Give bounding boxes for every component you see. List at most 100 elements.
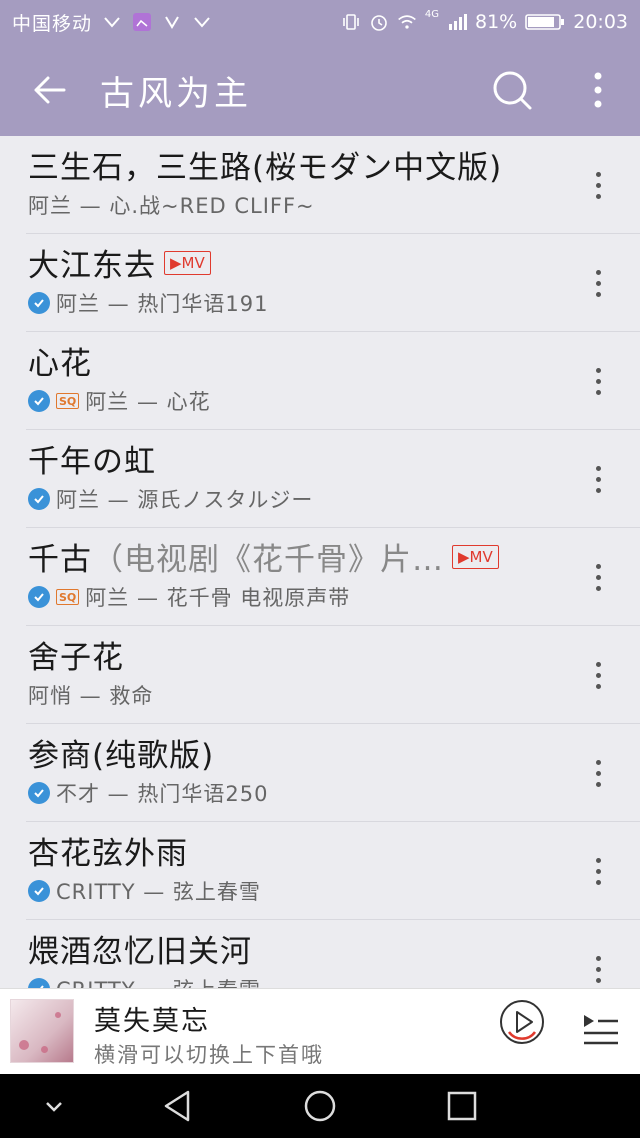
more-dot-icon — [595, 857, 601, 863]
song-artist-album: 阿兰 — 花千骨 电视原声带 — [85, 586, 351, 610]
song-title-line: 煨酒忽忆旧关河 — [28, 926, 252, 971]
more-dot-icon — [595, 367, 601, 373]
song-title: 参商(纯歌版) — [28, 738, 215, 774]
more-dot-icon — [595, 661, 601, 667]
song-list[interactable]: 三生石，三生路(桜モダン中文版) 阿兰 — 心.战~RED CLIFF~ 大江东去 ▶… — [0, 136, 640, 988]
song-artist-album: 阿兰 — 源氏ノスタルジー — [56, 488, 314, 512]
vibrate-icon — [343, 14, 359, 30]
cover-art-detail — [19, 1040, 29, 1050]
arrow-left-icon — [34, 76, 66, 104]
signal-icon — [449, 14, 467, 30]
app-bar: 古风为主 — [0, 44, 640, 136]
more-dot-icon — [595, 269, 601, 275]
play-queue-button[interactable] — [580, 1009, 620, 1049]
more-options-button[interactable] — [576, 66, 620, 114]
song-title: 心花 — [28, 346, 92, 382]
song-title: 三生石，三生路(桜モダン中文版) — [28, 150, 503, 186]
home-circle-icon[interactable] — [300, 1086, 340, 1126]
song-more-button[interactable] — [582, 652, 614, 698]
song-row[interactable]: 三生石，三生路(桜モダン中文版) 阿兰 — 心.战~RED CLIFF~ — [0, 136, 640, 234]
carrier-label: 中国移动 — [12, 12, 93, 35]
song-subtitle-line: 阿兰 — 热门华语191 — [28, 288, 268, 318]
song-title: 千古 — [28, 542, 92, 578]
song-more-button[interactable] — [582, 358, 614, 404]
cover-art-detail — [41, 1046, 48, 1053]
song-subtitle-line: 阿悄 — 救命 — [28, 680, 153, 710]
song-artist-album: 不才 — 热门华语250 — [56, 782, 269, 806]
song-artist-album: 阿悄 — 救命 — [28, 684, 154, 708]
more-vert-icon — [594, 72, 602, 108]
more-dot-icon — [595, 585, 601, 591]
downloaded-check-icon — [28, 292, 50, 314]
back-triangle-icon[interactable] — [158, 1086, 198, 1126]
recents-square-icon[interactable] — [442, 1086, 482, 1126]
downloaded-check-icon — [28, 978, 50, 988]
song-more-button[interactable] — [582, 554, 614, 600]
song-artist-album: 阿兰 — 心花 — [85, 390, 211, 414]
song-more-button[interactable] — [582, 946, 614, 988]
more-dot-icon — [595, 770, 601, 776]
cover-art-detail — [55, 1012, 61, 1018]
battery-icon — [525, 14, 565, 30]
battery-percent: 81% — [475, 11, 518, 33]
status-bar: 中国移动 4G 81% 20:03 — [0, 0, 640, 44]
now-playing-title: 莫失莫忘 — [94, 1006, 210, 1037]
song-artist-album: CRITTY — 弦上春雪 — [56, 880, 261, 904]
song-row[interactable]: 大江东去 ▶MV 阿兰 — 热门华语191 — [0, 234, 640, 332]
song-row[interactable]: 千古 （电视剧《花千骨》片… ▶MV SQ 阿兰 — 花千骨 电视原声带 — [0, 528, 640, 626]
play-button[interactable] — [498, 998, 546, 1046]
notification-icon — [165, 16, 179, 29]
more-dot-icon — [595, 563, 601, 569]
song-more-button[interactable] — [582, 750, 614, 796]
album-cover[interactable] — [10, 999, 74, 1063]
song-row[interactable]: 心花 SQ 阿兰 — 心花 — [0, 332, 640, 430]
more-dot-icon — [595, 378, 601, 384]
mv-badge[interactable]: ▶MV — [164, 250, 211, 275]
song-title: 杏花弦外雨 — [28, 836, 188, 872]
more-dot-icon — [595, 476, 601, 482]
song-row[interactable]: 煨酒忽忆旧关河 CRITTY — 弦上春雪 — [0, 920, 640, 988]
song-more-button[interactable] — [582, 848, 614, 894]
more-dot-icon — [595, 280, 601, 286]
song-title: 舍子花 — [28, 640, 124, 676]
song-title-line: 心花 — [28, 338, 92, 383]
more-dot-icon — [595, 171, 601, 177]
song-subtitle-line: 阿兰 — 心.战~RED CLIFF~ — [28, 190, 315, 220]
more-dot-icon — [595, 683, 601, 689]
song-more-button[interactable] — [582, 162, 614, 208]
downloaded-check-icon — [28, 390, 50, 412]
network-type-label: 4G — [424, 8, 439, 20]
now-playing-hint: 横滑可以切换上下首哦 — [94, 1043, 324, 1067]
downloaded-check-icon — [28, 880, 50, 902]
downloaded-check-icon — [28, 586, 50, 608]
mv-badge[interactable]: ▶MV — [452, 544, 499, 569]
song-subtitle-line: SQ 阿兰 — 花千骨 电视原声带 — [28, 582, 350, 612]
more-dot-icon — [595, 781, 601, 787]
song-more-button[interactable] — [582, 260, 614, 306]
more-dot-icon — [595, 389, 601, 395]
song-row[interactable]: 参商(纯歌版) 不才 — 热门华语250 — [0, 724, 640, 822]
clock: 20:03 — [573, 11, 628, 33]
song-row[interactable]: 舍子花阿悄 — 救命 — [0, 626, 640, 724]
song-subtitle-line: 阿兰 — 源氏ノスタルジー — [28, 484, 313, 514]
more-dot-icon — [595, 759, 601, 765]
more-dot-icon — [595, 291, 601, 297]
more-dot-icon — [595, 182, 601, 188]
notification-icon — [104, 17, 120, 28]
song-more-button[interactable] — [582, 456, 614, 502]
more-dot-icon — [595, 966, 601, 972]
chevron-down-icon[interactable] — [34, 1086, 74, 1126]
song-title-suffix: （电视剧《花千骨》片… — [92, 542, 444, 578]
song-subtitle-line: CRITTY — 弦上春雪 — [28, 974, 261, 988]
more-dot-icon — [595, 868, 601, 874]
search-button[interactable] — [488, 66, 536, 114]
back-button[interactable] — [0, 44, 100, 136]
mini-player[interactable]: 莫失莫忘 横滑可以切换上下首哦 — [0, 988, 640, 1075]
wifi-icon — [398, 15, 416, 29]
play-circle-icon — [500, 1000, 544, 1044]
song-row[interactable]: 杏花弦外雨 CRITTY — 弦上春雪 — [0, 822, 640, 920]
page-title: 古风为主 — [100, 73, 252, 114]
song-title-line: 千年の虹 — [28, 436, 156, 481]
search-icon — [493, 71, 532, 110]
song-row[interactable]: 千年の虹阿兰 — 源氏ノスタルジー — [0, 430, 640, 528]
